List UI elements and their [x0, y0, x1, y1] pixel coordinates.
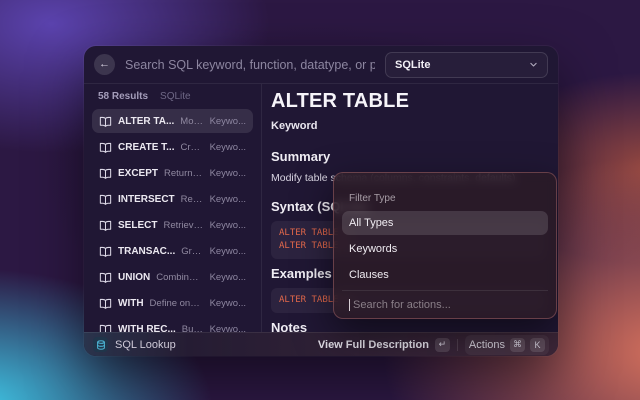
database-icon: [96, 340, 106, 350]
search-bar: ← Search SQL keyword, function, datatype…: [84, 46, 558, 84]
return-key-icon: ↵: [435, 338, 450, 352]
book-icon: [99, 193, 112, 206]
filter-options: All TypesKeywordsClauses: [342, 209, 548, 287]
dialect-value: SQLite: [395, 59, 430, 71]
detail-type-badge: Keyword: [271, 120, 546, 132]
filter-type-popup: Filter Type All TypesKeywordsClauses Sea…: [333, 172, 557, 319]
result-row[interactable]: WITH Define one or m... Keywo...: [92, 291, 253, 315]
result-row[interactable]: INTERSECT Return ro... Keywo...: [92, 187, 253, 211]
result-description: Return rows f...: [164, 168, 204, 179]
actions-button[interactable]: Actions ⌘ K: [465, 335, 549, 355]
filter-option[interactable]: Keywords: [342, 237, 548, 261]
app-icon: [93, 337, 108, 352]
book-icon: [99, 271, 112, 284]
results-list: ALTER TA... Modify ta... Keywo... CREATE…: [92, 109, 253, 341]
book-icon: [99, 167, 112, 180]
view-full-description-label: View Full Description: [318, 339, 429, 351]
result-title: INTERSECT: [118, 194, 175, 205]
result-description: Group st...: [181, 246, 203, 257]
result-title: EXCEPT: [118, 168, 158, 179]
result-title: TRANSAC...: [118, 246, 175, 257]
status-bar: SQL Lookup View Full Description ↵ Actio…: [84, 332, 558, 356]
result-row[interactable]: EXCEPT Return rows f... Keywo...: [92, 161, 253, 185]
results-count: 58 Results: [98, 91, 148, 102]
chevron-down-icon: [529, 60, 538, 69]
filter-option[interactable]: Clauses: [342, 263, 548, 287]
result-title: CREATE T...: [118, 142, 174, 153]
results-sidebar: 58 Results SQLite ALTER TA... Modify ta.…: [84, 84, 262, 356]
result-description: Retrieve colu...: [163, 220, 203, 231]
k-key-icon: K: [530, 338, 545, 352]
summary-heading: Summary: [271, 149, 546, 164]
result-type: Keywo...: [210, 142, 246, 153]
app-name: SQL Lookup: [115, 339, 176, 351]
actions-label: Actions: [469, 339, 505, 351]
book-icon: [99, 245, 112, 258]
results-header: 58 Results SQLite: [92, 91, 253, 102]
results-scope: SQLite: [160, 91, 191, 102]
result-row[interactable]: SELECT Retrieve colu... Keywo...: [92, 213, 253, 237]
result-description: Create a...: [180, 142, 203, 153]
book-icon: [99, 115, 112, 128]
actions-search-placeholder: Search for actions...: [353, 299, 451, 311]
result-row[interactable]: ALTER TA... Modify ta... Keywo...: [92, 109, 253, 133]
view-full-description-button[interactable]: View Full Description ↵: [318, 338, 450, 352]
result-row[interactable]: CREATE T... Create a... Keywo...: [92, 135, 253, 159]
result-type: Keywo...: [210, 168, 246, 179]
search-input[interactable]: Search SQL keyword, function, datatype, …: [125, 58, 375, 72]
back-button[interactable]: ←: [94, 54, 115, 75]
text-caret: [349, 299, 350, 311]
result-title: UNION: [118, 272, 150, 283]
book-icon: [99, 219, 112, 232]
command-key-icon: ⌘: [510, 338, 525, 352]
result-type: Keywo...: [210, 272, 246, 283]
result-row[interactable]: UNION Combine resul... Keywo...: [92, 265, 253, 289]
result-title: ALTER TA...: [118, 116, 174, 127]
result-row[interactable]: TRANSAC... Group st... Keywo...: [92, 239, 253, 263]
footer-divider: [457, 339, 458, 351]
book-icon: [99, 141, 112, 154]
dialect-dropdown[interactable]: SQLite: [385, 52, 548, 78]
book-icon: [99, 297, 112, 310]
result-title: WITH: [118, 298, 144, 309]
filter-option[interactable]: All Types: [342, 211, 548, 235]
detail-title: ALTER TABLE: [271, 90, 546, 113]
result-type: Keywo...: [210, 116, 246, 127]
result-description: Define one or m...: [150, 298, 204, 309]
actions-search-input[interactable]: Search for actions...: [342, 290, 548, 318]
result-title: SELECT: [118, 220, 157, 231]
result-type: Keywo...: [210, 194, 246, 205]
sql-lookup-window: ← Search SQL keyword, function, datatype…: [84, 46, 558, 356]
back-arrow-icon: ←: [99, 54, 110, 75]
result-type: Keywo...: [210, 298, 246, 309]
result-description: Return ro...: [181, 194, 204, 205]
result-type: Keywo...: [210, 220, 246, 231]
result-type: Keywo...: [210, 246, 246, 257]
result-description: Modify ta...: [180, 116, 203, 127]
result-description: Combine resul...: [156, 272, 203, 283]
filter-type-header: Filter Type: [342, 193, 548, 204]
